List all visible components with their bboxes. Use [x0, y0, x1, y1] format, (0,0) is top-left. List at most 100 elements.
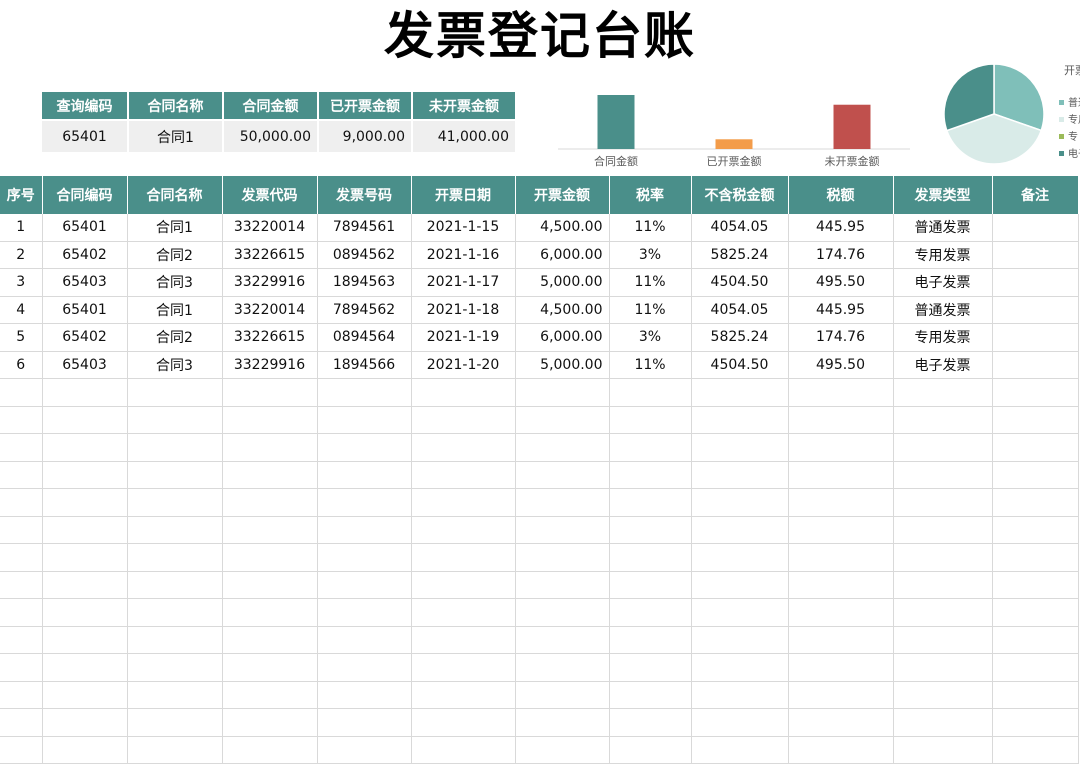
ledger-cell[interactable]: [992, 241, 1079, 269]
ledger-cell[interactable]: [893, 681, 993, 709]
ledger-cell[interactable]: [788, 571, 894, 599]
empty-row[interactable]: [0, 406, 1079, 434]
ledger-row[interactable]: 1 65401 合同1 33220014 7894561 2021-1-15 4,500.0…: [0, 214, 1079, 242]
ledger-cell[interactable]: [222, 571, 318, 599]
empty-row[interactable]: [0, 598, 1079, 627]
empty-row[interactable]: [0, 708, 1079, 737]
ledger-cell[interactable]: [788, 736, 894, 764]
empty-row[interactable]: [0, 516, 1079, 544]
ledger-cell[interactable]: 174.76: [788, 323, 894, 352]
ledger-cell[interactable]: [411, 598, 516, 627]
ledger-cell[interactable]: [691, 708, 789, 737]
ledger-cell[interactable]: [0, 406, 43, 434]
ledger-cell[interactable]: [317, 681, 412, 709]
ledger-cell[interactable]: [609, 736, 692, 764]
ledger-cell[interactable]: [992, 461, 1079, 489]
ledger-cell[interactable]: [42, 571, 128, 599]
ledger-cell[interactable]: [42, 598, 128, 627]
ledger-cell[interactable]: [42, 406, 128, 434]
ledger-cell[interactable]: [411, 433, 516, 462]
ledger-header-cell[interactable]: 发票代码: [222, 176, 318, 214]
ledger-cell[interactable]: [992, 543, 1079, 572]
ledger-cell[interactable]: [127, 406, 223, 434]
ledger-cell[interactable]: [127, 653, 223, 682]
ledger-cell[interactable]: [788, 378, 894, 407]
ledger-cell[interactable]: [992, 598, 1079, 627]
ledger-cell[interactable]: [893, 543, 993, 572]
ledger-cell[interactable]: [411, 736, 516, 764]
ledger-cell[interactable]: 6,000.00: [515, 323, 610, 352]
ledger-cell[interactable]: [609, 433, 692, 462]
summary-data-row[interactable]: 65401 合同1 50,000.00 9,000.00 41,000.00: [42, 119, 517, 152]
empty-row[interactable]: [0, 433, 1079, 462]
ledger-cell[interactable]: [0, 378, 43, 407]
ledger-row[interactable]: 2 65402 合同2 33226615 0894562 2021-1-16 6,000.0…: [0, 241, 1079, 269]
ledger-cell[interactable]: [411, 681, 516, 709]
ledger-cell[interactable]: [691, 736, 789, 764]
ledger-header-cell[interactable]: 序号: [0, 176, 43, 214]
ledger-cell[interactable]: [515, 653, 610, 682]
ledger-header-cell[interactable]: 不含税金额: [691, 176, 789, 214]
ledger-cell[interactable]: [992, 571, 1079, 599]
ledger-row[interactable]: 6 65403 合同3 33229916 1894566 2021-1-20 5,000.0…: [0, 351, 1079, 379]
ledger-cell[interactable]: [788, 653, 894, 682]
ledger-cell[interactable]: [0, 653, 43, 682]
ledger-cell[interactable]: [609, 543, 692, 572]
ledger-cell[interactable]: 3%: [609, 323, 692, 352]
ledger-cell[interactable]: 4504.50: [691, 351, 789, 379]
summary-value-cell[interactable]: 41,000.00: [412, 119, 517, 152]
ledger-header-cell[interactable]: 发票号码: [317, 176, 412, 214]
ledger-cell[interactable]: [0, 598, 43, 627]
ledger-cell[interactable]: 5825.24: [691, 323, 789, 352]
ledger-cell[interactable]: 合同1: [127, 214, 223, 242]
ledger-cell[interactable]: [317, 571, 412, 599]
empty-row[interactable]: [0, 461, 1079, 489]
ledger-header-cell[interactable]: 备注: [992, 176, 1079, 214]
ledger-cell[interactable]: 专用发票: [893, 241, 993, 269]
ledger-cell[interactable]: [788, 406, 894, 434]
ledger-cell[interactable]: [317, 516, 412, 544]
ledger-cell[interactable]: [0, 516, 43, 544]
ledger-cell[interactable]: [515, 488, 610, 517]
ledger-cell[interactable]: [222, 488, 318, 517]
ledger-cell[interactable]: [0, 708, 43, 737]
ledger-cell[interactable]: 33226615: [222, 323, 318, 352]
ledger-cell[interactable]: 4,500.00: [515, 214, 610, 242]
ledger-cell[interactable]: [42, 516, 128, 544]
ledger-cell[interactable]: [317, 708, 412, 737]
ledger-cell[interactable]: [691, 626, 789, 654]
ledger-cell[interactable]: [317, 433, 412, 462]
ledger-cell[interactable]: [42, 653, 128, 682]
ledger-cell[interactable]: [609, 461, 692, 489]
ledger-cell[interactable]: [609, 626, 692, 654]
ledger-cell[interactable]: 33220014: [222, 214, 318, 242]
ledger-cell[interactable]: [992, 433, 1079, 462]
ledger-cell[interactable]: [127, 736, 223, 764]
ledger-cell[interactable]: [0, 681, 43, 709]
ledger-cell[interactable]: 合同3: [127, 268, 223, 297]
ledger-cell[interactable]: [691, 571, 789, 599]
query-code-cell[interactable]: 65401: [42, 119, 129, 152]
ledger-cell[interactable]: 1894566: [317, 351, 412, 379]
ledger-cell[interactable]: 11%: [609, 268, 692, 297]
ledger-cell[interactable]: [42, 461, 128, 489]
ledger-cell[interactable]: [609, 516, 692, 544]
ledger-cell[interactable]: [42, 433, 128, 462]
ledger-cell[interactable]: 7894562: [317, 296, 412, 324]
ledger-cell[interactable]: 4,500.00: [515, 296, 610, 324]
summary-value-cell[interactable]: 50,000.00: [223, 119, 319, 152]
ledger-cell[interactable]: [691, 516, 789, 544]
ledger-cell[interactable]: 174.76: [788, 241, 894, 269]
ledger-cell[interactable]: [411, 543, 516, 572]
ledger-cell[interactable]: [127, 516, 223, 544]
ledger-cell[interactable]: [317, 378, 412, 407]
ledger-header-cell[interactable]: 税额: [788, 176, 894, 214]
ledger-cell[interactable]: 2021-1-17: [411, 268, 516, 297]
ledger-cell[interactable]: [222, 433, 318, 462]
ledger-cell[interactable]: 合同3: [127, 351, 223, 379]
ledger-cell[interactable]: [222, 598, 318, 627]
ledger-cell[interactable]: [222, 378, 318, 407]
ledger-header-cell[interactable]: 发票类型: [893, 176, 993, 214]
ledger-cell[interactable]: [992, 296, 1079, 324]
ledger-cell[interactable]: 6: [0, 351, 43, 379]
